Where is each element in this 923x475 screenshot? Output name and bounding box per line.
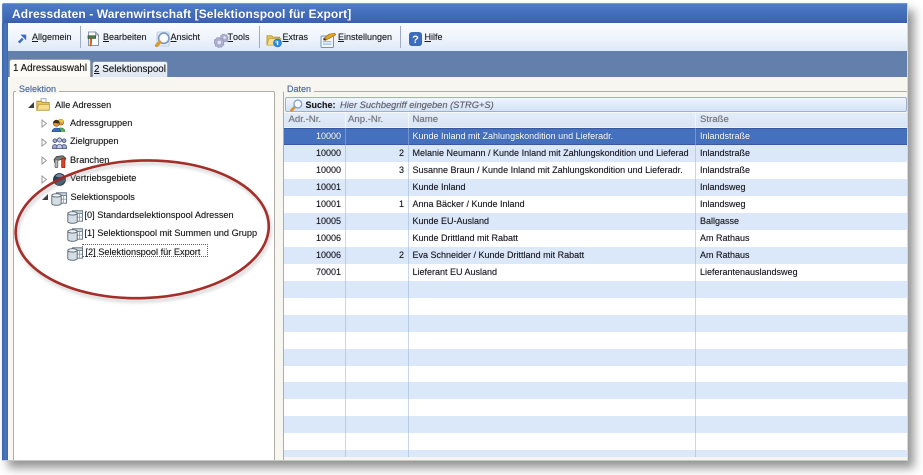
svg-text:?: ? <box>412 34 419 46</box>
